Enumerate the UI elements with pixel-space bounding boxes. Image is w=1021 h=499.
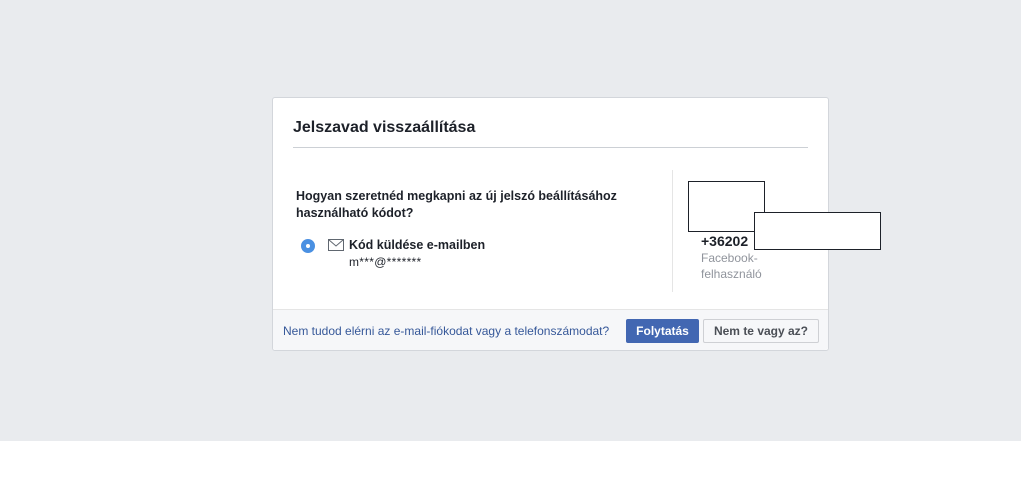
continue-button[interactable]: Folytatás <box>626 319 699 343</box>
email-option-label: Kód küldése e-mailben <box>349 238 486 252</box>
title-divider <box>293 147 808 148</box>
code-delivery-question: Hogyan szeretnéd megkapni az új jelszó b… <box>296 189 617 220</box>
masked-email: m***@******* <box>349 255 422 269</box>
reset-password-dialog: Jelszavad visszaállítása Hogyan szeretné… <box>272 97 881 351</box>
redaction-box <box>754 212 881 250</box>
vertical-divider <box>672 170 673 292</box>
email-option-radio[interactable] <box>301 239 315 253</box>
email-code-option[interactable]: Kód küldése e-mailben m***@******* <box>301 238 641 278</box>
not-you-button[interactable]: Nem te vagy az? <box>703 319 819 343</box>
envelope-icon <box>328 239 344 251</box>
account-user-type: Facebook-felhasználó <box>701 251 762 281</box>
account-phone: +36202 <box>701 233 749 249</box>
no-access-link[interactable]: Nem tudod elérni az e-mail-fiókodat vagy… <box>283 324 609 338</box>
dialog-title: Jelszavad visszaállítása <box>293 119 476 136</box>
dialog-footer: Nem tudod elérni az e-mail-fiókodat vagy… <box>273 309 828 350</box>
